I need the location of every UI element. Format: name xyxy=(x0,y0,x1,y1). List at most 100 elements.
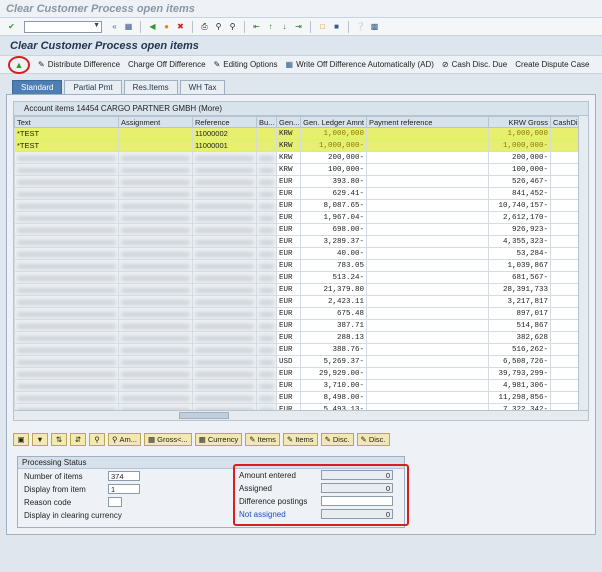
last-page-icon[interactable]: ⇥ xyxy=(293,21,304,32)
blurred-cell[interactable] xyxy=(118,223,193,236)
payment-reference-cell[interactable] xyxy=(366,391,489,404)
blurred-cell[interactable] xyxy=(192,211,257,224)
table-cell[interactable]: 1,000,000 xyxy=(488,127,551,140)
table-row[interactable]: EUR 5,493.13- 7,322,342- xyxy=(14,403,588,410)
blurred-cell[interactable] xyxy=(192,331,257,344)
blurred-cell[interactable] xyxy=(118,175,193,188)
table-cell[interactable] xyxy=(118,139,193,152)
blurred-cell[interactable] xyxy=(256,283,277,296)
table-cell[interactable]: KRW xyxy=(276,139,301,152)
table-cell[interactable]: 7,322,342- xyxy=(488,403,551,410)
table-cell[interactable]: EUR xyxy=(276,235,301,248)
blurred-cell[interactable] xyxy=(14,235,119,248)
blurred-cell[interactable] xyxy=(256,187,277,200)
command-field[interactable]: ▼ xyxy=(24,20,102,33)
table-cell[interactable]: 783.05 xyxy=(300,259,367,272)
find-next-icon[interactable]: ⚲ xyxy=(227,21,238,32)
table-row[interactable]: EUR 393.80- 526,467- xyxy=(14,175,588,188)
table-cell[interactable]: EUR xyxy=(276,247,301,260)
payment-reference-cell[interactable] xyxy=(366,307,489,320)
blurred-cell[interactable] xyxy=(192,223,257,236)
table-cell[interactable]: 8,498.00- xyxy=(300,391,367,404)
create-dispute-case-button[interactable]: Create Dispute Case xyxy=(515,60,589,69)
table-cell[interactable]: 388.76- xyxy=(300,343,367,356)
payment-reference-cell[interactable] xyxy=(366,319,489,332)
blurred-cell[interactable] xyxy=(118,319,193,332)
table-cell[interactable]: 100,000- xyxy=(300,163,367,176)
scroll-thumb[interactable] xyxy=(179,412,229,419)
table-cell[interactable]: 1,000,000- xyxy=(300,139,367,152)
table-cell[interactable] xyxy=(256,127,277,140)
blurred-cell[interactable] xyxy=(14,319,119,332)
table-cell[interactable]: 11,298,856- xyxy=(488,391,551,404)
display-clearing-label[interactable]: Display in clearing currency xyxy=(24,511,122,520)
print-icon[interactable]: ⎙ xyxy=(199,21,210,32)
table-row[interactable]: EUR 8,087.65- 10,740,157- xyxy=(14,199,588,212)
payment-reference-cell[interactable] xyxy=(366,223,489,236)
blurred-cell[interactable] xyxy=(192,343,257,356)
table-cell[interactable]: EUR xyxy=(276,283,301,296)
table-row[interactable]: EUR 513.24- 681,567- xyxy=(14,271,588,284)
table-cell[interactable]: EUR xyxy=(276,319,301,332)
blurred-cell[interactable] xyxy=(14,163,119,176)
table-cell[interactable]: 841,452- xyxy=(488,187,551,200)
blurred-cell[interactable] xyxy=(14,355,119,368)
exit-icon[interactable]: ● xyxy=(161,21,172,32)
enter-icon[interactable]: ✔ xyxy=(6,21,17,32)
blurred-cell[interactable] xyxy=(192,259,257,272)
blurred-cell[interactable] xyxy=(192,379,257,392)
blurred-cell[interactable] xyxy=(118,295,193,308)
table-cell[interactable]: 11000002 xyxy=(192,127,257,140)
shortcut-icon[interactable]: ■ xyxy=(331,21,342,32)
blurred-cell[interactable] xyxy=(256,367,277,380)
table-cell[interactable]: EUR xyxy=(276,391,301,404)
table-cell[interactable]: EUR xyxy=(276,199,301,212)
select-all-button[interactable]: ▣ xyxy=(13,433,29,446)
table-cell[interactable]: *TEST xyxy=(14,127,119,140)
table-cell[interactable]: KRW xyxy=(276,163,301,176)
payment-reference-cell[interactable] xyxy=(366,163,489,176)
blurred-cell[interactable] xyxy=(256,295,277,308)
tab-res-items[interactable]: Res.Items xyxy=(123,80,178,94)
blurred-cell[interactable] xyxy=(118,331,193,344)
horizontal-scrollbar[interactable] xyxy=(13,411,589,421)
table-cell[interactable]: 681,567- xyxy=(488,271,551,284)
blurred-cell[interactable] xyxy=(14,211,119,224)
table-cell[interactable]: EUR xyxy=(276,187,301,200)
table-cell[interactable]: 11000001 xyxy=(192,139,257,152)
blurred-cell[interactable] xyxy=(118,163,193,176)
blurred-cell[interactable] xyxy=(192,187,257,200)
find-button[interactable]: ⚲ xyxy=(89,433,105,446)
table-cell[interactable]: EUR xyxy=(276,259,301,272)
blurred-cell[interactable] xyxy=(118,187,193,200)
cash-disc-due-button[interactable]: ⊘ Cash Disc. Due xyxy=(442,60,507,69)
payment-reference-cell[interactable] xyxy=(366,187,489,200)
blurred-cell[interactable] xyxy=(118,151,193,164)
blurred-cell[interactable] xyxy=(192,175,257,188)
table-cell[interactable]: EUR xyxy=(276,271,301,284)
column-header[interactable]: KRW Gross xyxy=(488,116,551,128)
table-row[interactable]: KRW 200,000- 200,000- xyxy=(14,151,588,164)
table-cell[interactable]: 200,000- xyxy=(488,151,551,164)
table-cell[interactable]: 21,379.80 xyxy=(300,283,367,296)
column-header[interactable]: Gen... xyxy=(276,116,301,128)
table-row[interactable]: EUR 21,379.80 28,391,733 xyxy=(14,283,588,296)
blurred-cell[interactable] xyxy=(256,343,277,356)
blurred-cell[interactable] xyxy=(256,307,277,320)
blurred-cell[interactable] xyxy=(192,271,257,284)
table-cell[interactable]: 28,391,733 xyxy=(488,283,551,296)
payment-reference-cell[interactable] xyxy=(366,343,489,356)
table-cell[interactable]: EUR xyxy=(276,223,301,236)
editing-options-button[interactable]: ✎ Editing Options xyxy=(214,60,278,69)
table-cell[interactable]: EUR xyxy=(276,211,301,224)
tab-standard[interactable]: Standard xyxy=(12,80,63,94)
table-cell[interactable]: 4,355,323- xyxy=(488,235,551,248)
back-icon[interactable]: ◀ xyxy=(147,21,158,32)
payment-reference-cell[interactable] xyxy=(366,259,489,272)
table-cell[interactable]: EUR xyxy=(276,295,301,308)
find-icon[interactable]: ⚲ xyxy=(213,21,224,32)
blurred-cell[interactable] xyxy=(256,211,277,224)
table-cell[interactable]: 3,217,817 xyxy=(488,295,551,308)
table-cell[interactable]: KRW xyxy=(276,151,301,164)
column-header[interactable]: Assignment xyxy=(118,116,193,128)
